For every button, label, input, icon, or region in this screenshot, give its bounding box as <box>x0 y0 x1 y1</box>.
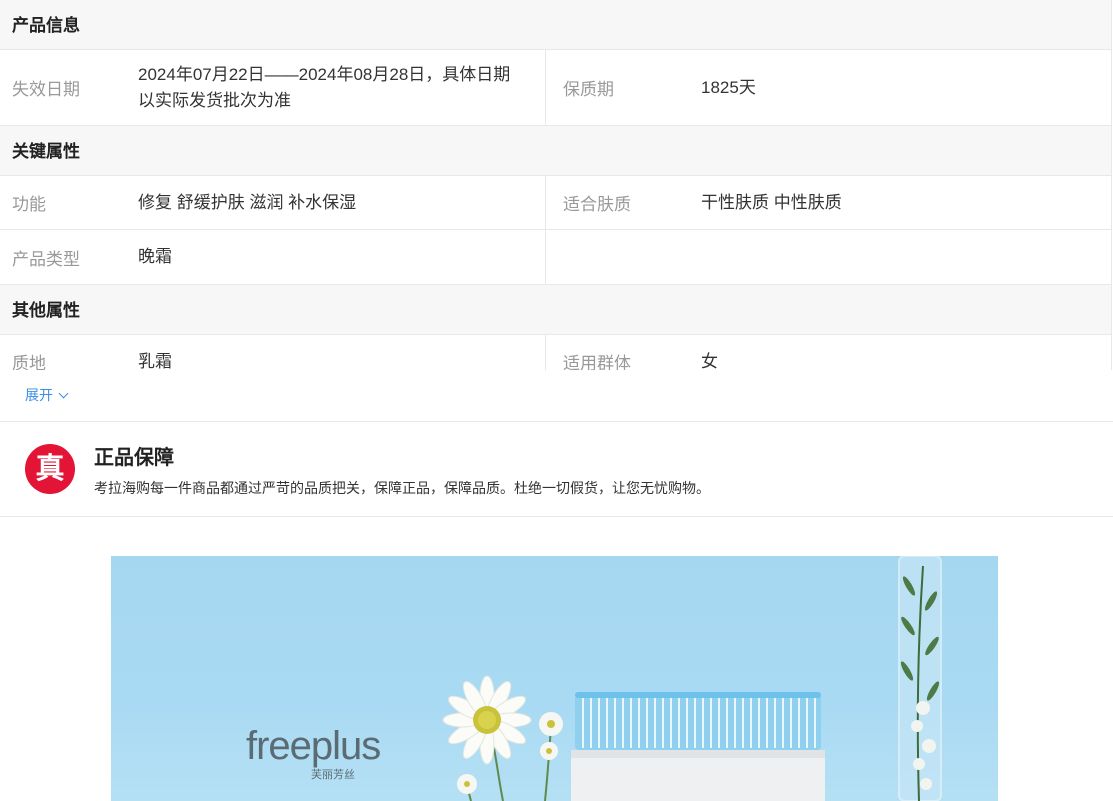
brand-logo: freeplus <box>246 724 381 768</box>
product-banner-image: freeplus 芙丽芳丝 <box>111 556 998 801</box>
spec-label: 质地 <box>12 354 46 370</box>
spec-cell <box>545 230 1111 284</box>
spec-cell: 失效日期 2024年07月22日——2024年08月28日，具体日期以实际发货批… <box>0 50 545 125</box>
authenticity-guarantee: 真 正品保障 考拉海购每一件商品都通过严苛的品质把关，保障正品，保障品质。杜绝一… <box>0 422 1113 517</box>
spec-cell: 产品类型 晚霜 <box>0 230 545 284</box>
spec-cell: 保质期 1825天 <box>545 50 1111 125</box>
spec-row: 产品类型 晚霜 <box>0 230 1111 285</box>
product-spec-table: 产品信息 失效日期 2024年07月22日——2024年08月28日，具体日期以… <box>0 0 1112 370</box>
spec-value: 2024年07月22日——2024年08月28日，具体日期以实际发货批次为准 <box>138 64 511 110</box>
section-heading-key-attributes: 关键属性 <box>0 126 1111 176</box>
chevron-down-icon <box>58 388 69 399</box>
spec-value: 女 <box>701 351 718 371</box>
spec-value: 晚霜 <box>138 247 172 266</box>
banner-illustration <box>442 556 942 801</box>
spec-value: 修复 舒缓护肤 滋润 补水保湿 <box>138 192 357 212</box>
spec-cell: 适合肤质 干性肤质 中性肤质 <box>545 176 1111 229</box>
spec-value: 乳霜 <box>138 351 172 371</box>
expand-label: 展开 <box>25 387 53 403</box>
spec-cell: 功能 修复 舒缓护肤 滋润 补水保湿 <box>0 176 545 229</box>
spec-cell: 适用群体 女 <box>545 335 1111 370</box>
spec-row: 失效日期 2024年07月22日——2024年08月28日，具体日期以实际发货批… <box>0 50 1111 126</box>
authentic-badge-icon: 真 <box>25 444 75 494</box>
spec-label: 适合肤质 <box>563 195 631 214</box>
spec-label: 功能 <box>12 195 46 214</box>
section-heading-other-attributes: 其他属性 <box>0 285 1111 335</box>
spec-label: 产品类型 <box>12 249 80 269</box>
spec-row: 质地 乳霜 适用群体 女 <box>0 335 1111 370</box>
spec-label: 失效日期 <box>12 80 80 99</box>
spec-label: 适用群体 <box>563 354 631 370</box>
brand-logo-cn: 芙丽芳丝 <box>311 769 355 781</box>
section-heading-product-info: 产品信息 <box>0 0 1111 50</box>
spec-cell: 质地 乳霜 <box>0 335 545 371</box>
spec-value: 1825天 <box>701 77 756 97</box>
guarantee-title: 正品保障 <box>94 446 174 469</box>
spec-label: 保质期 <box>563 80 614 99</box>
spec-value: 干性肤质 中性肤质 <box>701 192 842 212</box>
guarantee-description: 考拉海购每一件商品都通过严苛的品质把关，保障正品，保障品质。杜绝一切假货，让您无… <box>94 479 710 496</box>
spec-row: 功能 修复 舒缓护肤 滋润 补水保湿 适合肤质 干性肤质 中性肤质 <box>0 176 1111 230</box>
expand-button[interactable]: 展开 <box>0 370 1113 422</box>
